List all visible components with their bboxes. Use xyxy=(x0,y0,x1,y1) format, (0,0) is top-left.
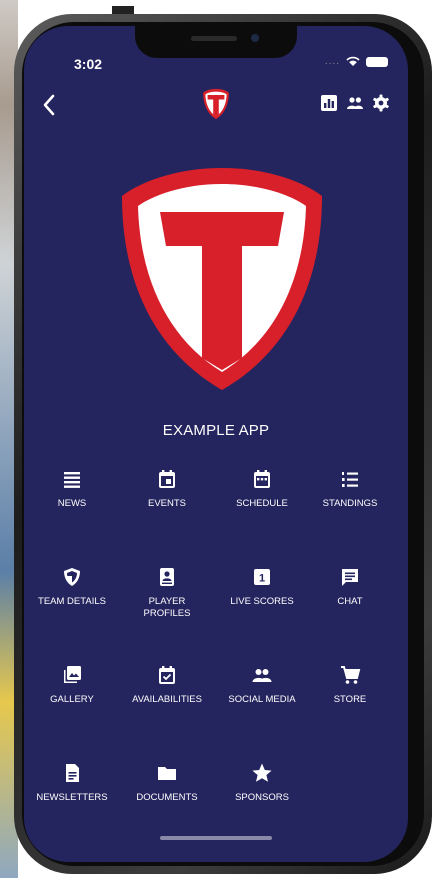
numbered-list-icon xyxy=(342,472,358,487)
menu-item-sponsors[interactable]: SPONSORS xyxy=(214,762,310,804)
menu-item-label: SPONSORS xyxy=(235,792,289,803)
gear-icon[interactable] xyxy=(372,94,390,112)
home-indicator[interactable] xyxy=(160,836,272,840)
menu-item-team-details[interactable]: TEAM DETAILS xyxy=(24,566,120,608)
menu-item-label: CHAT xyxy=(337,596,363,607)
cart-icon xyxy=(341,666,361,684)
people-icon[interactable] xyxy=(346,94,364,112)
menu-item-news[interactable]: NEWS xyxy=(24,468,120,510)
menu-item-newsletters[interactable]: NEWSLETTERS xyxy=(24,762,120,804)
menu-item-player-profiles[interactable]: PLAYER PROFILES xyxy=(119,566,215,620)
calendar-icon xyxy=(159,470,175,488)
menu-item-label: NEWS xyxy=(57,498,87,509)
menu-item-chat[interactable]: CHAT xyxy=(302,566,398,608)
signal-icon: .... xyxy=(324,56,340,67)
menu-item-availabilities[interactable]: AVAILABILITIES xyxy=(119,664,215,706)
menu-item-documents[interactable]: DOCUMENTS xyxy=(119,762,215,804)
menu-item-label: EVENTS xyxy=(147,498,186,509)
app-screen: 3:02 .... EXAMPLE APP NEWS EVENTS SCHEDU… xyxy=(24,26,408,862)
shield-icon xyxy=(64,568,80,586)
stats-icon[interactable] xyxy=(320,94,338,112)
menu-item-events[interactable]: EVENTS xyxy=(119,468,215,510)
menu-item-label: SCHEDULE xyxy=(236,498,288,509)
people-icon xyxy=(252,669,272,682)
front-camera xyxy=(251,34,259,42)
menu-item-live-scores[interactable]: 1 LIVE SCORES xyxy=(214,566,310,608)
notch xyxy=(135,26,297,58)
battery-icon xyxy=(366,56,388,67)
chat-icon xyxy=(342,569,358,586)
menu-item-label: PLAYER PROFILES xyxy=(143,596,191,619)
status-time: 3:02 xyxy=(74,56,103,72)
calendar-grid-icon xyxy=(254,470,270,488)
menu-item-label: SOCIAL MEDIA xyxy=(228,694,296,705)
menu-item-store[interactable]: STORE xyxy=(302,664,398,706)
back-button[interactable] xyxy=(42,90,72,120)
photo-gallery-icon xyxy=(64,666,81,683)
wifi-icon xyxy=(346,56,360,66)
menu-item-label: GALLERY xyxy=(50,694,94,705)
header-actions xyxy=(320,94,390,112)
menu-item-label: DOCUMENTS xyxy=(136,792,198,803)
team-shield-logo[interactable] xyxy=(202,88,230,120)
menu-item-label: NEWSLETTERS xyxy=(36,792,108,803)
team-logo-large xyxy=(122,168,322,390)
scoreboard-icon: 1 xyxy=(254,569,270,585)
list-icon xyxy=(64,472,80,488)
speaker xyxy=(191,36,237,41)
document-icon xyxy=(66,764,79,782)
menu-item-schedule[interactable]: SCHEDULE xyxy=(214,468,310,510)
menu-item-label: AVAILABILITIES xyxy=(132,694,202,705)
folder-icon xyxy=(158,767,176,780)
calendar-check-icon xyxy=(159,666,175,684)
svg-text:1: 1 xyxy=(259,573,265,585)
menu-item-social-media[interactable]: SOCIAL MEDIA xyxy=(214,664,310,706)
menu-item-label: STORE xyxy=(333,694,367,705)
menu-item-label: TEAM DETAILS xyxy=(38,596,106,607)
menu-item-label: LIVE SCORES xyxy=(230,596,294,607)
menu-item-standings[interactable]: STANDINGS xyxy=(302,468,398,510)
app-header xyxy=(24,86,408,126)
menu-item-label: STANDINGS xyxy=(322,498,378,509)
chevron-left-icon xyxy=(43,94,55,116)
status-icons: .... xyxy=(325,56,388,67)
menu-item-gallery[interactable]: GALLERY xyxy=(24,664,120,706)
star-icon xyxy=(252,763,272,782)
app-title: EXAMPLE APP xyxy=(162,422,270,439)
player-badge-icon xyxy=(160,568,174,586)
